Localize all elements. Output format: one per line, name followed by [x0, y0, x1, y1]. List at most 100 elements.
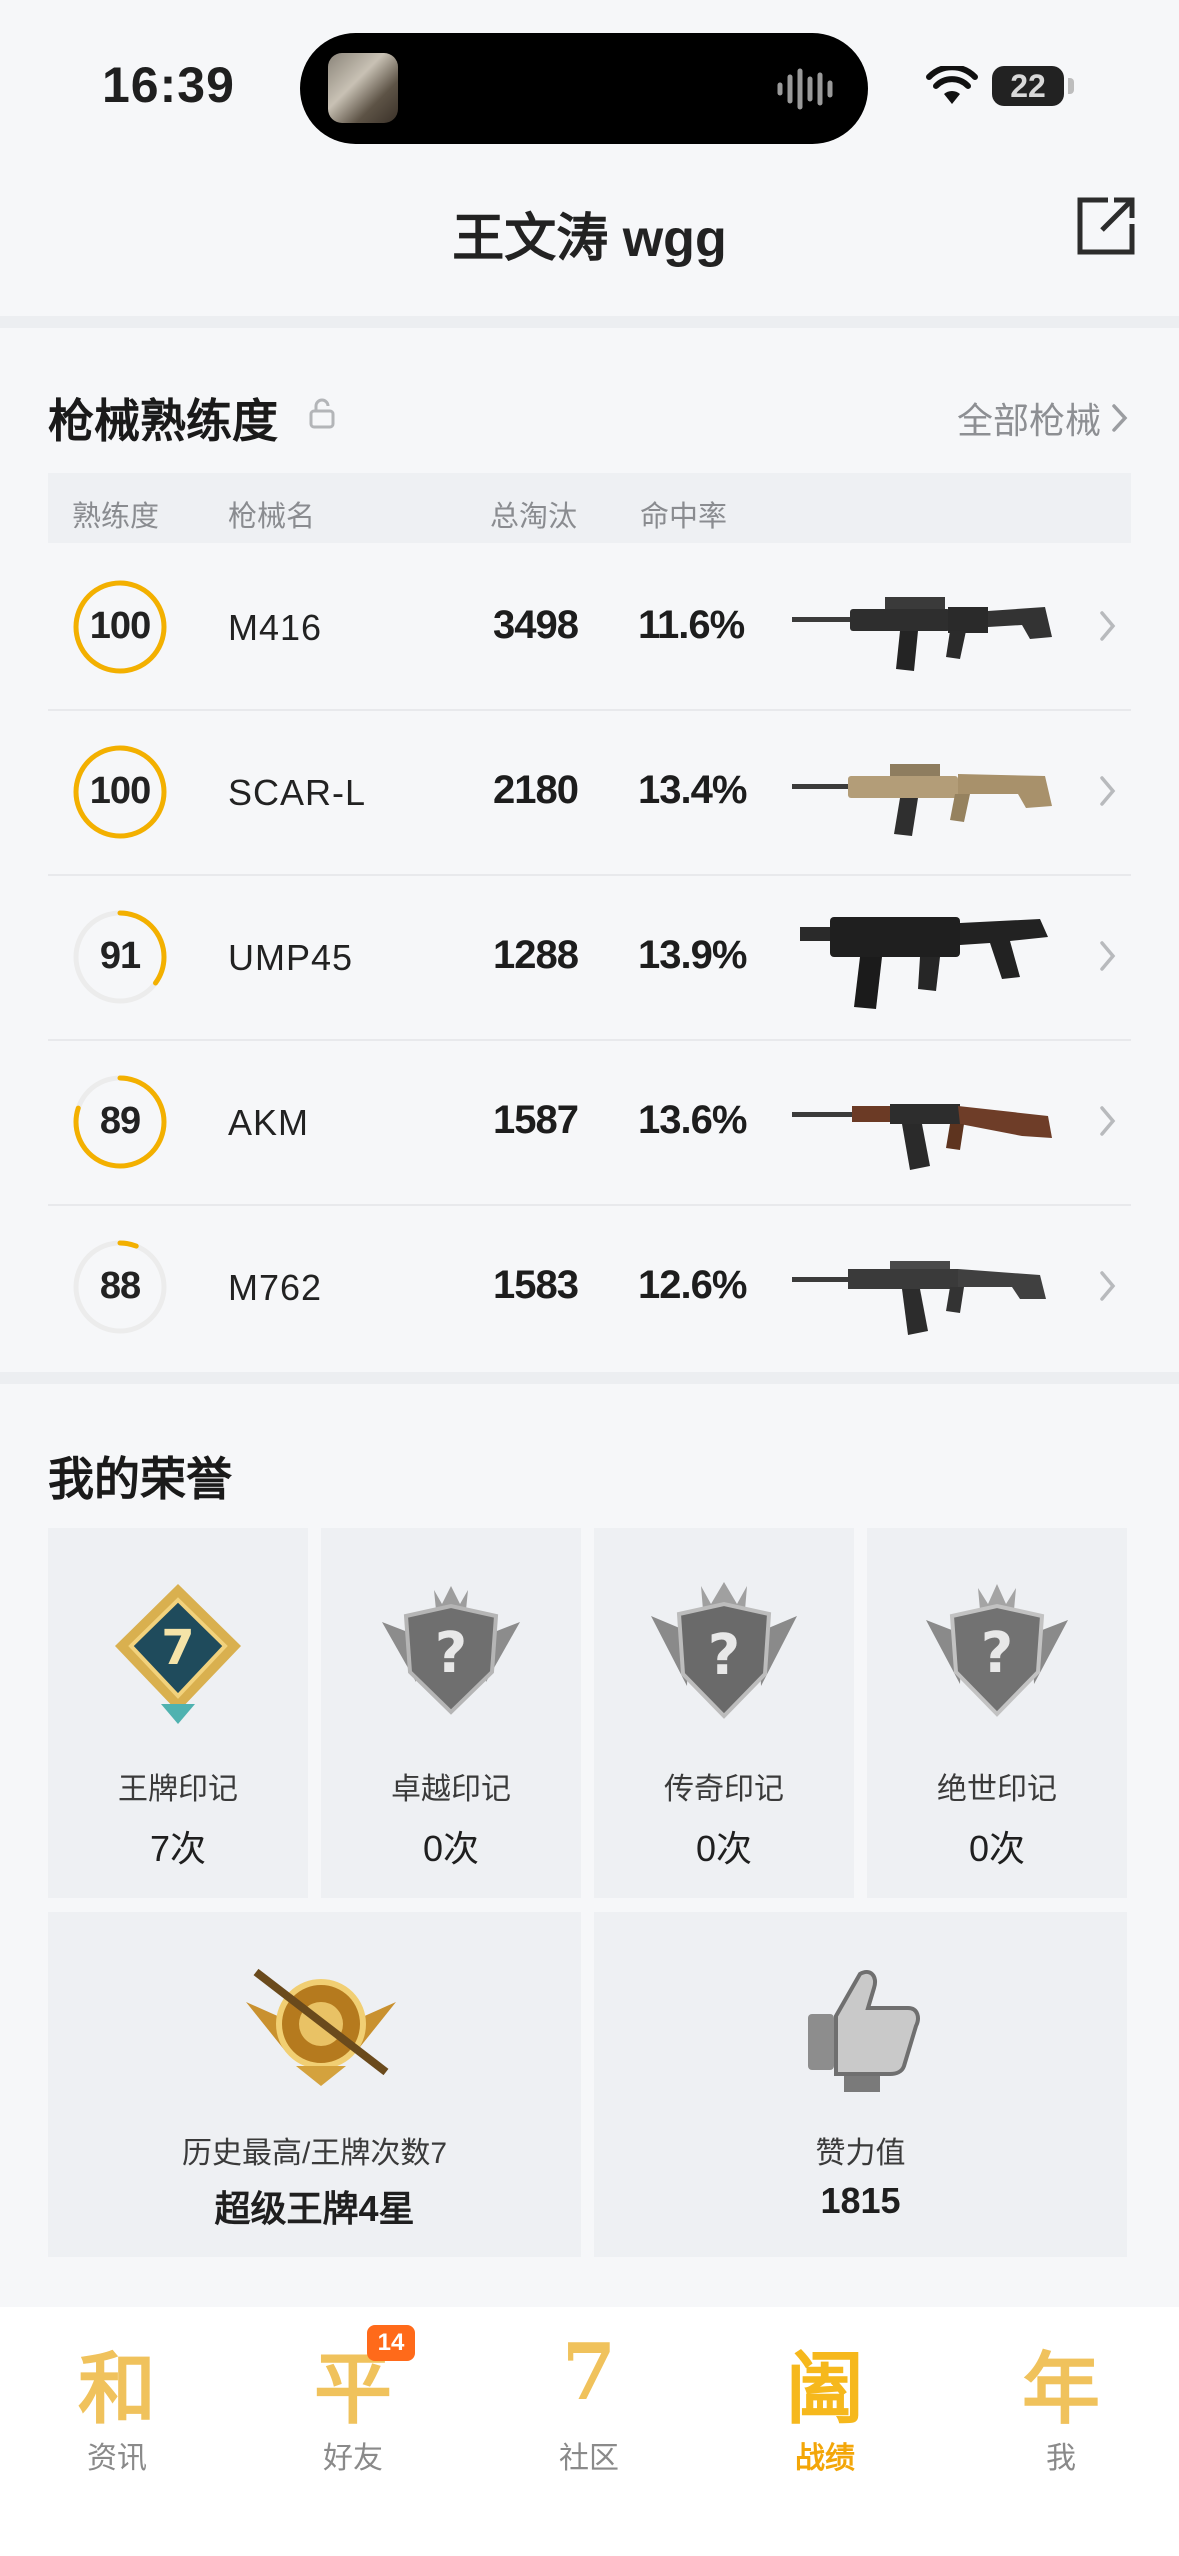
mark-value: 0次 [695, 1828, 753, 1869]
likes-value: 1815 [820, 2180, 901, 2221]
notification-badge: 14 [367, 2325, 415, 2361]
best-rank-value: 超级王牌4星 [214, 2188, 415, 2229]
weapon-name: SCAR-L [228, 772, 367, 813]
section-divider [0, 316, 1179, 328]
weapon-row-m416[interactable]: 100 M416 3498 11.6% [48, 545, 1131, 711]
wifi-icon [926, 66, 978, 104]
unlock-icon[interactable] [308, 397, 336, 429]
weapon-kills: 1583 [493, 1263, 579, 1307]
likes-card[interactable]: 赞力值 1815 [594, 1912, 1127, 2257]
ace-mark-count: 7 [161, 1620, 194, 1676]
mark-value: 0次 [422, 1828, 480, 1869]
unknown-mark: ? [981, 1621, 1013, 1686]
weapon-row-ump45[interactable]: 91 UMP45 1288 13.9% [48, 875, 1131, 1041]
best-rank-card[interactable]: 历史最高/王牌次数7 超级王牌4星 [48, 1912, 581, 2257]
weapon-kills: 1288 [493, 933, 579, 977]
me-tab-icon: 年 [1021, 2344, 1100, 2435]
ace-mark-badge-icon: 7 [115, 1584, 241, 1724]
weapon-accuracy: 12.6% [638, 1263, 747, 1307]
chevron-right-icon [1100, 941, 1116, 971]
dynamic-island[interactable] [300, 33, 868, 144]
weapon-row-scar-l[interactable]: 100 SCAR-L 2180 13.4% [48, 710, 1131, 876]
weapon-section-title: 枪械熟练度 [48, 395, 278, 447]
chevron-right-icon [1100, 1106, 1116, 1136]
battery-level: 22 [1010, 68, 1046, 104]
mark-value: 0次 [968, 1828, 1026, 1869]
battery-nub [1068, 78, 1074, 94]
legend-mark-card[interactable]: ? 传奇印记 0次 [594, 1528, 854, 1898]
chevron-right-icon [1100, 611, 1116, 641]
chevron-right-icon [1112, 404, 1128, 432]
m762-rifle-icon [792, 1261, 1046, 1335]
weapon-row-m762[interactable]: 88 M762 1583 12.6% [48, 1205, 1131, 1369]
all-weapons-link[interactable]: 全部枪械 [957, 392, 1131, 444]
likes-label: 赞力值 [815, 2137, 906, 2170]
page-title: 王文涛 wgg [452, 210, 727, 268]
super-ace-rank-icon [246, 1968, 396, 2086]
supreme-mark-card[interactable]: ? 绝世印记 0次 [867, 1528, 1127, 1898]
now-playing-avatar [328, 53, 398, 123]
weapon-name: M416 [228, 607, 323, 648]
tab-label: 我 [1046, 2442, 1076, 2475]
proficiency-value: 100 [89, 770, 151, 812]
mark-label: 绝世印记 [937, 1773, 1057, 1806]
tab-label: 好友 [323, 2442, 383, 2475]
weapon-kills: 3498 [493, 603, 579, 647]
weapon-accuracy: 13.9% [638, 933, 747, 977]
weapon-name: UMP45 [228, 937, 354, 978]
audio-wave-icon [777, 68, 833, 110]
share-icon[interactable] [1074, 194, 1138, 258]
proficiency-value: 89 [99, 1100, 141, 1142]
weapon-accuracy: 13.4% [638, 768, 747, 812]
weapon-accuracy: 13.6% [638, 1098, 747, 1142]
scar-l-rifle-icon [792, 764, 1052, 836]
status-time: 16:39 [102, 57, 235, 113]
weapon-table-header: 熟练度 枪械名 总淘汰 命中率 [48, 473, 1131, 543]
unknown-mark: ? [708, 1623, 740, 1688]
best-rank-label: 历史最高/王牌次数7 [181, 2137, 448, 2170]
mark-value: 7次 [149, 1828, 207, 1869]
tab-news[interactable]: 和 资讯 [37, 2327, 197, 2477]
weapon-kills: 2180 [493, 768, 579, 812]
community-tab-icon: 7 [561, 2327, 617, 2418]
weapon-accuracy: 11.6% [638, 603, 745, 647]
tab-label: 资讯 [87, 2442, 147, 2475]
proficiency-value: 91 [99, 935, 141, 977]
weapon-name: AKM [228, 1102, 310, 1143]
mark-label: 卓越印记 [391, 1773, 511, 1806]
tab-stats[interactable]: 阖 战绩 [745, 2327, 905, 2477]
col-proficiency: 熟练度 [72, 501, 160, 533]
unknown-mark: ? [435, 1621, 467, 1686]
mark-label: 传奇印记 [664, 1773, 784, 1806]
tab-me[interactable]: 年 我 [981, 2327, 1141, 2477]
chevron-right-icon [1100, 1271, 1116, 1301]
news-tab-icon: 和 [77, 2344, 156, 2435]
battery-icon: 22 [992, 66, 1064, 106]
col-kills: 总淘汰 [490, 501, 578, 533]
thumbs-up-icon [808, 1969, 920, 2092]
excellence-mark-locked-icon: ? [382, 1586, 520, 1715]
proficiency-value: 100 [89, 605, 151, 647]
supreme-mark-locked-icon: ? [926, 1584, 1068, 1717]
col-accuracy: 命中率 [640, 501, 728, 533]
tab-friends[interactable]: 平 14 好友 [273, 2325, 433, 2477]
col-weapon-name: 枪械名 [228, 501, 316, 533]
tab-label: 战绩 [795, 2442, 855, 2475]
tab-community[interactable]: 7 社区 [509, 2327, 669, 2477]
weapon-name: M762 [228, 1267, 323, 1308]
tab-label: 社区 [559, 2442, 619, 2475]
bottom-tab-bar: 和 资讯 平 14 好友 7 社区 阖 战绩 年 我 [0, 2307, 1179, 2556]
legend-mark-locked-icon: ? [651, 1582, 797, 1719]
honor-section-title: 我的荣誉 [48, 1453, 232, 1505]
weapon-row-akm[interactable]: 89 AKM 1587 13.6% [48, 1040, 1131, 1206]
ace-mark-card[interactable]: 7 王牌印记 7次 [48, 1528, 308, 1898]
ump45-smg-icon [800, 917, 1048, 1009]
all-weapons-label: 全部枪械 [956, 400, 1101, 441]
excellence-mark-card[interactable]: ? 卓越印记 0次 [321, 1528, 581, 1898]
m416-rifle-icon [792, 597, 1052, 671]
chevron-right-icon [1100, 776, 1116, 806]
section-divider [0, 1372, 1179, 1384]
mark-label: 王牌印记 [118, 1773, 238, 1806]
weapon-kills: 1587 [493, 1098, 579, 1142]
proficiency-value: 88 [99, 1265, 141, 1307]
